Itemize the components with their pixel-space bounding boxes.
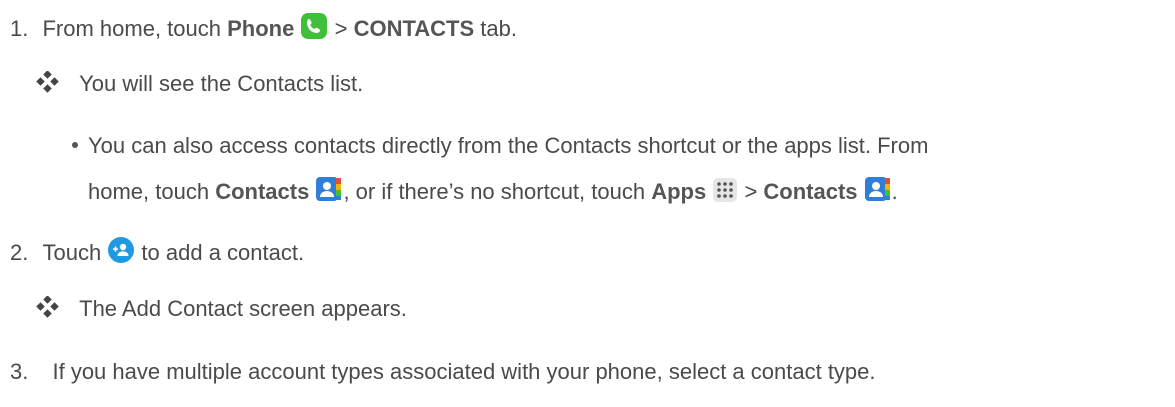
step-number: 2. [10,240,29,265]
phone-label: Phone [227,16,295,41]
result-text: You will see the Contacts list. [79,71,364,96]
result-1: You will see the Contacts list. [35,70,363,100]
step-2: 2. Touch to add a contact. [10,236,304,271]
step-text-end: tab. [474,16,517,41]
apps-label: Apps [651,179,707,204]
note-line-2: home, touch Contacts , or if there’s no … [88,175,898,210]
separator: > [334,16,354,41]
result-text: The Add Contact screen appears. [79,296,407,321]
note-text: You can also access contacts directly fr… [88,133,929,158]
note-text: , or if there’s no shortcut, touch [343,179,652,204]
step-number: 3. [10,359,29,384]
contacts-tab-label: CONTACTS [353,16,475,41]
note-text-end: . [891,179,898,204]
add-contact-icon [107,236,135,271]
note-line-1: You can also access contacts directly fr… [72,132,928,160]
step-3: 3. If you have multiple account types as… [10,358,876,386]
step-text: Touch [42,240,108,265]
step-1: 1. From home, touch Phone > CONTACTS tab… [10,12,517,47]
result-2: The Add Contact screen appears. [35,295,407,325]
step-text: From home, touch [42,16,228,41]
contacts-label-2: Contacts [763,179,858,204]
diamond-bullet-icon [35,295,61,325]
apps-icon [712,177,738,210]
contacts-icon [864,175,892,210]
contacts-icon [315,175,343,210]
note-text: home, touch [88,179,216,204]
contacts-label: Contacts [215,179,310,204]
separator: > [744,179,764,204]
step-number: 1. [10,16,29,41]
bullet-dot-icon [72,142,78,149]
step-text: If you have multiple account types assoc… [52,359,876,384]
phone-icon [300,12,328,47]
diamond-bullet-icon [35,70,61,100]
step-text-end: to add a contact. [135,240,305,265]
